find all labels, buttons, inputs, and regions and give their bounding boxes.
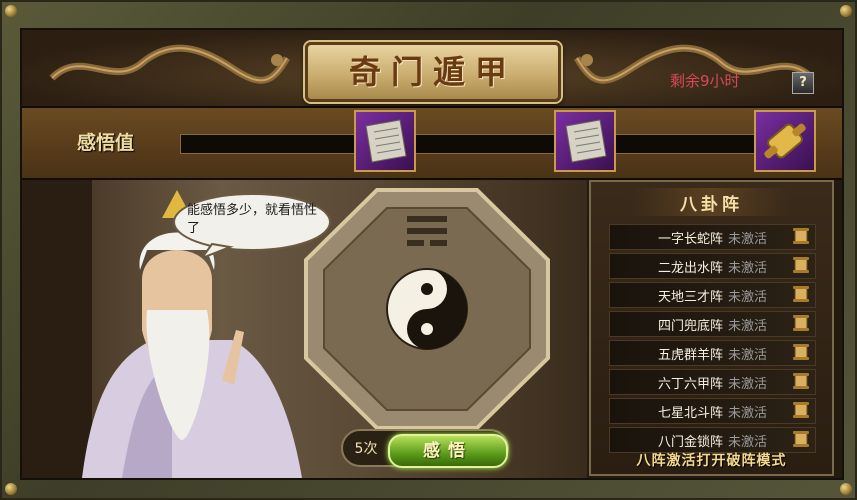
- formation-status: 未激活: [728, 406, 768, 421]
- scroll-icon: [793, 228, 809, 244]
- formation-row[interactable]: 五虎群羊阵 未激活: [609, 340, 816, 366]
- reward-slot-3[interactable]: [754, 110, 816, 172]
- formation-name: 七星北斗阵: [657, 406, 723, 421]
- formation-status: 未激活: [728, 319, 768, 334]
- reward-slot-1[interactable]: [354, 110, 416, 172]
- formation-list: 一字长蛇阵 未激活 二龙出水阵 未激活 天地三才阵 未激活 四门兜底阵 未激活 五虎群羊阵 未激活…: [609, 224, 816, 456]
- formation-status: 未激活: [728, 435, 768, 450]
- header: 奇门遁甲 剩余9小时 ?: [22, 30, 842, 108]
- formation-name: 六丁六甲阵: [657, 377, 723, 392]
- insight-label: 感悟值: [77, 132, 135, 154]
- formation-row[interactable]: 四门兜底阵 未激活: [609, 311, 816, 337]
- rivet-icon: [5, 5, 17, 17]
- formation-row[interactable]: 二龙出水阵 未激活: [609, 253, 816, 279]
- reward-slot-2[interactable]: [554, 110, 616, 172]
- page-title: 奇门遁甲: [348, 53, 517, 91]
- scroll-document-icon: [565, 119, 607, 163]
- formation-name: 八门金锁阵: [657, 435, 723, 450]
- panel-footer-text: 八阵激活打开破阵模式: [636, 453, 787, 469]
- bagua-yin-yang-icon: [304, 188, 550, 430]
- scroll-icon: [793, 402, 809, 418]
- scroll-icon: [793, 286, 809, 302]
- main-panel: 奇门遁甲 剩余9小时 ? 感悟值 能感悟多少，就看悟性了 5次 感悟 八卦阵 一…: [20, 28, 844, 480]
- scroll-icon: [793, 315, 809, 331]
- formation-panel: 八卦阵 一字长蛇阵 未激活 二龙出水阵 未激活 天地三才阵 未激活 四门兜底阵 未激活 五虎群羊…: [589, 180, 834, 476]
- rivet-icon: [840, 483, 852, 495]
- scroll-document-icon: [365, 119, 407, 163]
- formation-status: 未激活: [728, 261, 768, 276]
- rivet-icon: [5, 483, 17, 495]
- formation-row[interactable]: 一字长蛇阵 未激活: [609, 224, 816, 250]
- title-plate: 奇门遁甲: [305, 42, 561, 102]
- formation-status: 未激活: [728, 232, 768, 247]
- formation-name: 天地三才阵: [657, 290, 723, 305]
- formation-row[interactable]: 六丁六甲阵 未激活: [609, 369, 816, 395]
- golden-scroll-icon: [764, 123, 806, 159]
- formation-name: 四门兜底阵: [657, 319, 723, 334]
- insight-row: 感悟值: [22, 108, 842, 180]
- formation-row[interactable]: 天地三才阵 未激活: [609, 282, 816, 308]
- formation-row[interactable]: 七星北斗阵 未激活: [609, 398, 816, 424]
- formation-name: 二龙出水阵: [657, 261, 723, 276]
- help-button[interactable]: ?: [792, 72, 814, 94]
- formation-status: 未激活: [728, 290, 768, 305]
- remaining-count: 5次: [354, 441, 378, 457]
- rivet-icon: [840, 5, 852, 17]
- formation-name: 一字长蛇阵: [657, 232, 723, 247]
- scroll-icon: [793, 257, 809, 273]
- window-frame: 奇门遁甲 剩余9小时 ? 感悟值 能感悟多少，就看悟性了 5次 感悟 八卦阵 一…: [0, 0, 857, 500]
- remaining-time: 剩余9小时: [670, 72, 740, 90]
- scroll-icon: [793, 431, 809, 447]
- scroll-icon: [793, 344, 809, 360]
- panel-title: 八卦阵: [680, 195, 743, 215]
- scene-area: 能感悟多少，就看悟性了 5次 感悟: [22, 180, 587, 478]
- formation-status: 未激活: [728, 348, 768, 363]
- comprehend-button[interactable]: 感悟: [388, 434, 508, 468]
- dragon-ornament-icon: [49, 44, 291, 84]
- insight-progress-bar: [180, 134, 757, 154]
- formation-status: 未激活: [728, 377, 768, 392]
- formation-name: 五虎群羊阵: [657, 348, 723, 363]
- scroll-icon: [793, 373, 809, 389]
